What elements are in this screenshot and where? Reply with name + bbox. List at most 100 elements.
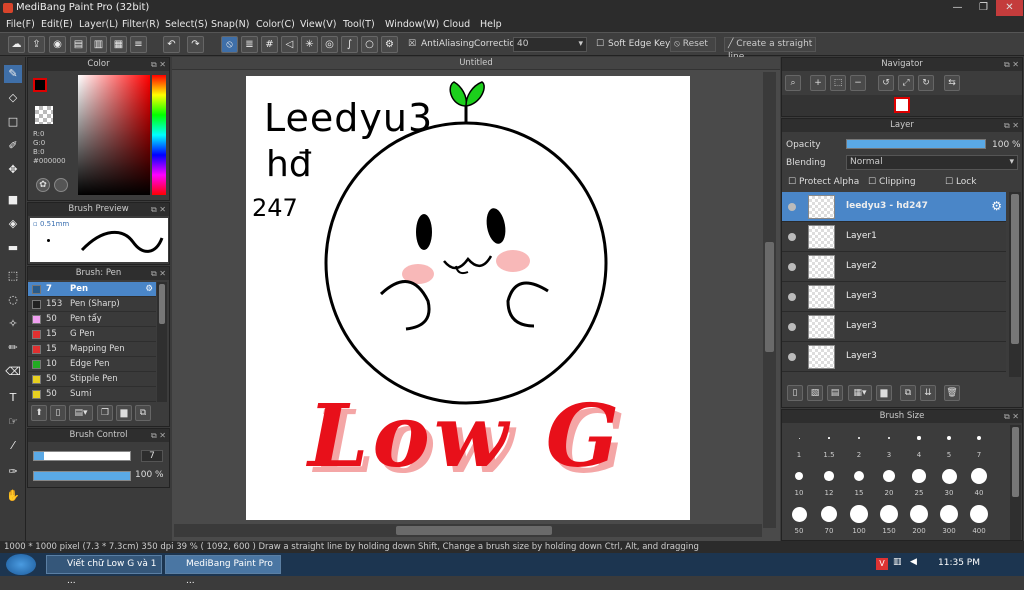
primary-color-swatch[interactable] bbox=[33, 78, 47, 92]
menu-filter[interactable]: Filter(R) bbox=[122, 19, 160, 30]
canvas-horizontal-scrollbar[interactable] bbox=[174, 524, 762, 537]
brush-folder-icon[interactable]: ▆ bbox=[116, 405, 132, 421]
flip-icon[interactable]: ⇆ bbox=[944, 75, 960, 91]
maximize-button[interactable]: ❐ bbox=[970, 0, 997, 16]
brush-item[interactable]: 50 Sumi bbox=[28, 387, 156, 402]
page-icon[interactable]: ▥ bbox=[90, 36, 107, 53]
brush-item[interactable]: 50 Pen tẩy bbox=[28, 312, 156, 327]
lock-checkbox[interactable]: ☐ Lock bbox=[945, 177, 976, 187]
canvas-vertical-scrollbar[interactable] bbox=[763, 72, 776, 528]
panel-close-icon[interactable]: ⧉ ✕ bbox=[1004, 410, 1019, 423]
radial-snap-icon[interactable]: ✳ bbox=[301, 36, 318, 53]
tray-network-icon[interactable]: ▥ bbox=[893, 557, 902, 567]
brush-size-option[interactable]: 100 bbox=[844, 503, 874, 535]
hand-tool-icon[interactable]: ✋ bbox=[4, 487, 22, 505]
rectangle-tool-icon[interactable]: □ bbox=[4, 113, 22, 131]
merge-layer-icon[interactable]: ⇊ bbox=[920, 385, 936, 401]
brush-size-slider[interactable] bbox=[33, 451, 131, 461]
operation-tool-icon[interactable]: ☞ bbox=[4, 413, 22, 431]
panel-close-icon[interactable]: ⧉ ✕ bbox=[151, 58, 166, 71]
bucket-tool-icon[interactable]: ◈ bbox=[4, 215, 22, 233]
brush-new-icon[interactable]: ▯ bbox=[50, 405, 66, 421]
brush-size-option[interactable]: 40 bbox=[964, 465, 994, 497]
layer-list-scrollbar[interactable] bbox=[1009, 192, 1021, 377]
brush-size-option[interactable]: 150 bbox=[874, 503, 904, 535]
protect-alpha-checkbox[interactable]: ☐ Protect Alpha bbox=[788, 177, 859, 187]
circle-snap-icon[interactable]: ◎ bbox=[321, 36, 338, 53]
panel-close-icon[interactable]: ⧉ ✕ bbox=[151, 267, 166, 280]
layer-row[interactable]: Layer3 bbox=[782, 342, 1006, 372]
brush-size-scrollbar[interactable] bbox=[1010, 425, 1021, 540]
layer-opacity-slider[interactable] bbox=[846, 139, 986, 149]
gradient-tool-icon[interactable]: ▬ bbox=[4, 239, 22, 257]
brush-item[interactable]: 7 Pen ⚙ bbox=[28, 282, 156, 297]
brush-size-option[interactable]: 4 bbox=[904, 427, 934, 459]
menu-cloud[interactable]: Cloud bbox=[443, 19, 470, 30]
panel-close-icon[interactable]: ⧉ ✕ bbox=[151, 203, 166, 216]
brush-item[interactable]: 153 Pen (Sharp) bbox=[28, 297, 156, 312]
start-button-icon[interactable] bbox=[6, 554, 36, 575]
new-layer-icon[interactable]: ▯ bbox=[787, 385, 803, 401]
eraser-tool-icon[interactable]: ◇ bbox=[4, 89, 22, 107]
panel-close-icon[interactable]: ⧉ ✕ bbox=[1004, 58, 1019, 71]
select-eraser-icon[interactable]: ⌫ bbox=[4, 363, 22, 381]
snap-settings-icon[interactable]: ⚙ bbox=[381, 36, 398, 53]
brush-add-icon[interactable]: ⬆ bbox=[31, 405, 47, 421]
brush-size-option[interactable]: 50 bbox=[784, 503, 814, 535]
cross-snap-icon[interactable]: # bbox=[261, 36, 278, 53]
zoom-in-icon[interactable]: + bbox=[810, 75, 826, 91]
layer-folder-icon[interactable]: ▆ bbox=[876, 385, 892, 401]
menu-window[interactable]: Window(W) bbox=[385, 19, 439, 30]
menu-view[interactable]: View(V) bbox=[300, 19, 336, 30]
menu-snap[interactable]: Snap(N) bbox=[211, 19, 249, 30]
brush-size-option[interactable]: 25 bbox=[904, 465, 934, 497]
magic-wand-icon[interactable]: ✧ bbox=[4, 315, 22, 333]
taskbar-item-browser[interactable]: Viết chữ Low G và 1 ... bbox=[46, 555, 162, 586]
brush-size-option[interactable]: 200 bbox=[904, 503, 934, 535]
menu-help[interactable]: Help bbox=[480, 19, 502, 30]
brush-size-option[interactable]: 20 bbox=[874, 465, 904, 497]
menu-edit[interactable]: Edit(E) bbox=[41, 19, 73, 30]
transparent-swatch[interactable] bbox=[35, 106, 53, 124]
palette-icon[interactable]: ✿ bbox=[36, 178, 50, 192]
hue-slider[interactable] bbox=[152, 75, 166, 195]
menu-file[interactable]: File(F) bbox=[6, 19, 35, 30]
snap-off-icon[interactable]: ⦸ bbox=[221, 36, 238, 53]
vanishing-snap-icon[interactable]: ◁ bbox=[281, 36, 298, 53]
visibility-eye-icon[interactable] bbox=[788, 293, 796, 301]
brush-opacity-slider[interactable] bbox=[33, 471, 131, 481]
taskbar-item-medibang[interactable]: MediBang Paint Pro ... bbox=[165, 555, 281, 586]
document-icon[interactable]: ▤ bbox=[70, 36, 87, 53]
menu-layer[interactable]: Layer(L) bbox=[79, 19, 118, 30]
layer-menu-icon[interactable]: ▦▾ bbox=[848, 385, 872, 401]
minimize-button[interactable]: — bbox=[944, 0, 971, 16]
layer-row[interactable]: leedyu3 - hd247 ⚙ bbox=[782, 192, 1006, 222]
layer-row[interactable]: Layer3 bbox=[782, 282, 1006, 312]
layer-settings-icon[interactable]: ⚙ bbox=[991, 199, 1002, 213]
brush-size-option[interactable]: 30 bbox=[934, 465, 964, 497]
correction-dropdown[interactable]: 40 ▾ bbox=[513, 37, 587, 52]
undo-icon[interactable]: ↶ bbox=[163, 36, 180, 53]
brush-size-value[interactable]: 7 bbox=[141, 450, 163, 462]
lasso-icon[interactable]: ◌ bbox=[4, 291, 22, 309]
grid-icon[interactable]: ▦ bbox=[110, 36, 127, 53]
menu-color[interactable]: Color(C) bbox=[256, 19, 295, 30]
select-rect-icon[interactable]: ⬚ bbox=[4, 267, 22, 285]
document-tab[interactable]: Untitled bbox=[172, 57, 780, 70]
parallel-snap-icon[interactable]: ≣ bbox=[241, 36, 258, 53]
soft-edge-checkbox[interactable]: ☐ bbox=[596, 39, 604, 49]
brush-size-option[interactable]: 2 bbox=[844, 427, 874, 459]
layer-row[interactable]: Layer2 bbox=[782, 252, 1006, 282]
duplicate-layer-icon[interactable]: ⧉ bbox=[900, 385, 916, 401]
brush-size-option[interactable]: 300 bbox=[934, 503, 964, 535]
zoom-out-icon[interactable]: − bbox=[850, 75, 866, 91]
brush-tool-icon[interactable]: ✎ bbox=[4, 65, 22, 83]
brush-item[interactable]: 15 G Pen bbox=[28, 327, 156, 342]
panel-close-icon[interactable]: ⧉ ✕ bbox=[151, 429, 166, 442]
pen-tool-icon[interactable]: ✐ bbox=[4, 137, 22, 155]
drawing-canvas[interactable]: Leedyu3 hđ 247 Low G Low G bbox=[246, 76, 690, 520]
divide-tool-icon[interactable]: ⁄ bbox=[4, 437, 22, 455]
layer-row[interactable]: Layer1 bbox=[782, 222, 1006, 252]
visibility-eye-icon[interactable] bbox=[788, 263, 796, 271]
new-8bit-layer-icon[interactable]: ▤ bbox=[827, 385, 843, 401]
